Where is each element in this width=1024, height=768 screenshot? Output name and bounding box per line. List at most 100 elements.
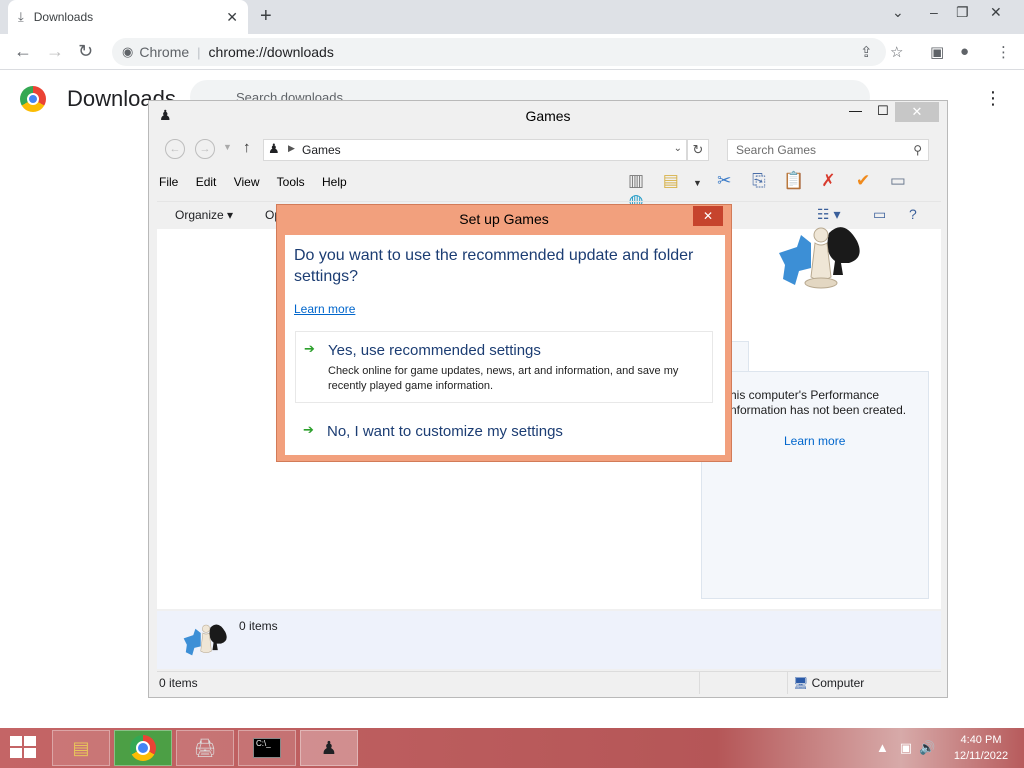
profile-avatar-icon[interactable]: ● bbox=[960, 43, 969, 60]
delete-icon[interactable]: ✗ bbox=[813, 171, 843, 191]
status-divider bbox=[699, 672, 700, 694]
control-panel-icon: 🖨 bbox=[193, 737, 217, 758]
games-folder-icon: ♟ bbox=[268, 141, 280, 156]
windows-logo-icon bbox=[10, 748, 22, 758]
taskbar-control-panel[interactable]: 🖨 bbox=[176, 730, 234, 766]
green-arrow-icon: ➔ bbox=[303, 422, 314, 437]
omnibox-site: Chrome bbox=[139, 44, 190, 60]
address-dropdown-icon[interactable]: ⌄ bbox=[674, 143, 682, 154]
back-icon[interactable]: ← bbox=[14, 41, 32, 62]
menu-file[interactable]: File bbox=[159, 175, 178, 189]
games-small-icon bbox=[183, 624, 227, 656]
games-titlebar[interactable]: ♟ Games — ☐ ✕ bbox=[149, 101, 947, 131]
details-item-count: 0 items bbox=[239, 619, 278, 633]
breadcrumb-chevron-icon[interactable]: ▶ bbox=[288, 143, 295, 154]
volume-icon[interactable]: 🔊 bbox=[919, 740, 935, 755]
forward-arrow-icon[interactable]: → bbox=[195, 139, 215, 159]
close-window-icon[interactable]: ✕ bbox=[990, 4, 1002, 21]
new-tab-icon[interactable]: + bbox=[260, 5, 272, 28]
address-row: ← → ▼ ↑ ♟ ▶ Games ⌄ ↻ Search Games ⚲ bbox=[157, 137, 941, 163]
refresh-button[interactable]: ↻ bbox=[687, 139, 709, 161]
chrome-toolbar: ← → ↻ ◉ Chrome | chrome://downloads ⇪ ☆ … bbox=[0, 34, 1024, 70]
clock-date: 12/11/2022 bbox=[953, 750, 1009, 762]
chrome-tabstrip: ⤓ Downloads ✕ + ⌄ – ❐ ✕ bbox=[0, 0, 1024, 34]
omnibox[interactable]: ◉ Chrome | chrome://downloads bbox=[112, 38, 886, 66]
menu-view[interactable]: View bbox=[234, 175, 260, 189]
learn-more-link-side[interactable]: Learn more bbox=[784, 434, 845, 448]
dialog-close-button[interactable]: ✕ bbox=[693, 206, 723, 226]
status-bar: 0 items 🖥 Computer bbox=[157, 671, 941, 694]
up-arrow-icon[interactable]: ↑ bbox=[243, 139, 251, 156]
properties-icon[interactable]: ▭ bbox=[883, 171, 913, 191]
recent-locations-icon[interactable]: ▼ bbox=[223, 142, 232, 152]
chrome-menu-icon[interactable]: ⋮ bbox=[996, 43, 1011, 61]
organize-label: Organize bbox=[175, 208, 224, 222]
toolbar-icons: ▥ ▤ ▼ ✂ ⎘ 📋 ✗ ✔ ▭ ◍ bbox=[621, 171, 947, 210]
taskbar-games[interactable]: ♟ bbox=[300, 730, 358, 766]
games-search-input[interactable]: Search Games ⚲ bbox=[727, 139, 929, 161]
tab-search-icon[interactable]: ⌄ bbox=[892, 4, 904, 21]
games-minimize-icon[interactable]: — bbox=[849, 103, 862, 118]
layout-pane-icon[interactable]: ▥ bbox=[621, 171, 651, 191]
close-tab-icon[interactable]: ✕ bbox=[226, 9, 238, 26]
windows-logo-icon bbox=[24, 736, 36, 746]
checkmark-icon[interactable]: ✔ bbox=[848, 171, 878, 191]
download-icon: ⤓ bbox=[18, 9, 24, 24]
option-title: No, I want to customize my settings bbox=[327, 423, 563, 440]
command-prompt-icon: C:\_ bbox=[253, 738, 281, 758]
status-divider bbox=[787, 672, 788, 694]
menu-tools[interactable]: Tools bbox=[277, 175, 305, 189]
clock-time: 4:40 PM bbox=[960, 734, 1002, 746]
status-location-label: Computer bbox=[811, 676, 865, 690]
windows-logo-icon bbox=[10, 736, 22, 746]
downloads-more-icon[interactable]: ⋮ bbox=[984, 88, 1002, 109]
chrome-icon bbox=[130, 735, 156, 761]
preview-pane-icon[interactable]: ▭ bbox=[873, 206, 886, 223]
performance-text: his computer's Performance nformation ha… bbox=[730, 388, 930, 418]
side-panel-icon[interactable]: ▣ bbox=[930, 43, 944, 61]
games-close-button[interactable]: ✕ bbox=[895, 102, 939, 122]
taskbar-file-explorer[interactable]: ▤ bbox=[52, 730, 110, 766]
forward-icon[interactable]: → bbox=[46, 41, 64, 62]
show-hidden-icons-icon[interactable]: ▲ bbox=[876, 740, 889, 755]
organize-button[interactable]: Organize ▾ bbox=[175, 208, 233, 222]
option-title: Yes, use recommended settings bbox=[328, 342, 541, 359]
bookmark-star-icon[interactable]: ☆ bbox=[890, 43, 903, 61]
paste-icon[interactable]: 📋 bbox=[779, 171, 809, 191]
tab-downloads[interactable]: ⤓ Downloads ✕ bbox=[8, 0, 248, 34]
taskbar: ▤ 🖨 C:\_ ♟ ▲ ▣ 🔊 4:40 PM 12/11/2022 bbox=[0, 728, 1024, 768]
minimize-icon[interactable]: – bbox=[930, 4, 938, 20]
status-location: 🖥 Computer bbox=[793, 676, 864, 690]
tray-icons[interactable]: ▲ ▣ 🔊 bbox=[876, 740, 935, 756]
games-window-title: Games bbox=[525, 108, 571, 124]
network-icon[interactable]: ▣ bbox=[900, 740, 912, 755]
windows-logo-icon bbox=[24, 748, 36, 758]
menu-bar: File Edit View Tools Help bbox=[159, 175, 361, 189]
option-description: Check online for game updates, news, art… bbox=[328, 365, 679, 392]
chrome-logo-icon bbox=[20, 86, 46, 112]
taskbar-chrome[interactable] bbox=[114, 730, 172, 766]
address-bar[interactable]: ♟ ▶ Games ⌄ bbox=[263, 139, 687, 161]
cut-icon[interactable]: ✂ bbox=[709, 171, 739, 191]
recommended-settings-option[interactable]: ➔ Yes, use recommended settings Check on… bbox=[295, 331, 713, 403]
games-taskbar-icon: ♟ bbox=[320, 737, 338, 758]
system-clock[interactable]: 4:40 PM 12/11/2022 bbox=[946, 732, 1016, 764]
share-icon[interactable]: ⇪ bbox=[860, 43, 873, 61]
folder-dropdown-icon[interactable]: ▼ bbox=[690, 178, 704, 188]
search-icon[interactable]: ⚲ bbox=[913, 143, 922, 157]
games-maximize-icon[interactable]: ☐ bbox=[877, 103, 889, 119]
tab-title: Downloads bbox=[33, 10, 94, 24]
customize-settings-option[interactable]: ➔ No, I want to customize my settings bbox=[295, 413, 713, 443]
reload-icon[interactable]: ↻ bbox=[78, 41, 93, 62]
help-icon[interactable]: ? bbox=[909, 206, 917, 222]
learn-more-link[interactable]: Learn more bbox=[294, 302, 355, 316]
start-button[interactable] bbox=[10, 736, 38, 760]
menu-help[interactable]: Help bbox=[322, 175, 347, 189]
setup-games-dialog: Set up Games ✕ Do you want to use the re… bbox=[276, 204, 732, 462]
taskbar-command-prompt[interactable]: C:\_ bbox=[238, 730, 296, 766]
restore-icon[interactable]: ❐ bbox=[956, 4, 969, 21]
folder-check-icon[interactable]: ▤ bbox=[656, 171, 686, 191]
back-arrow-icon[interactable]: ← bbox=[165, 139, 185, 159]
menu-edit[interactable]: Edit bbox=[196, 175, 217, 189]
copy-icon[interactable]: ⎘ bbox=[744, 171, 774, 191]
